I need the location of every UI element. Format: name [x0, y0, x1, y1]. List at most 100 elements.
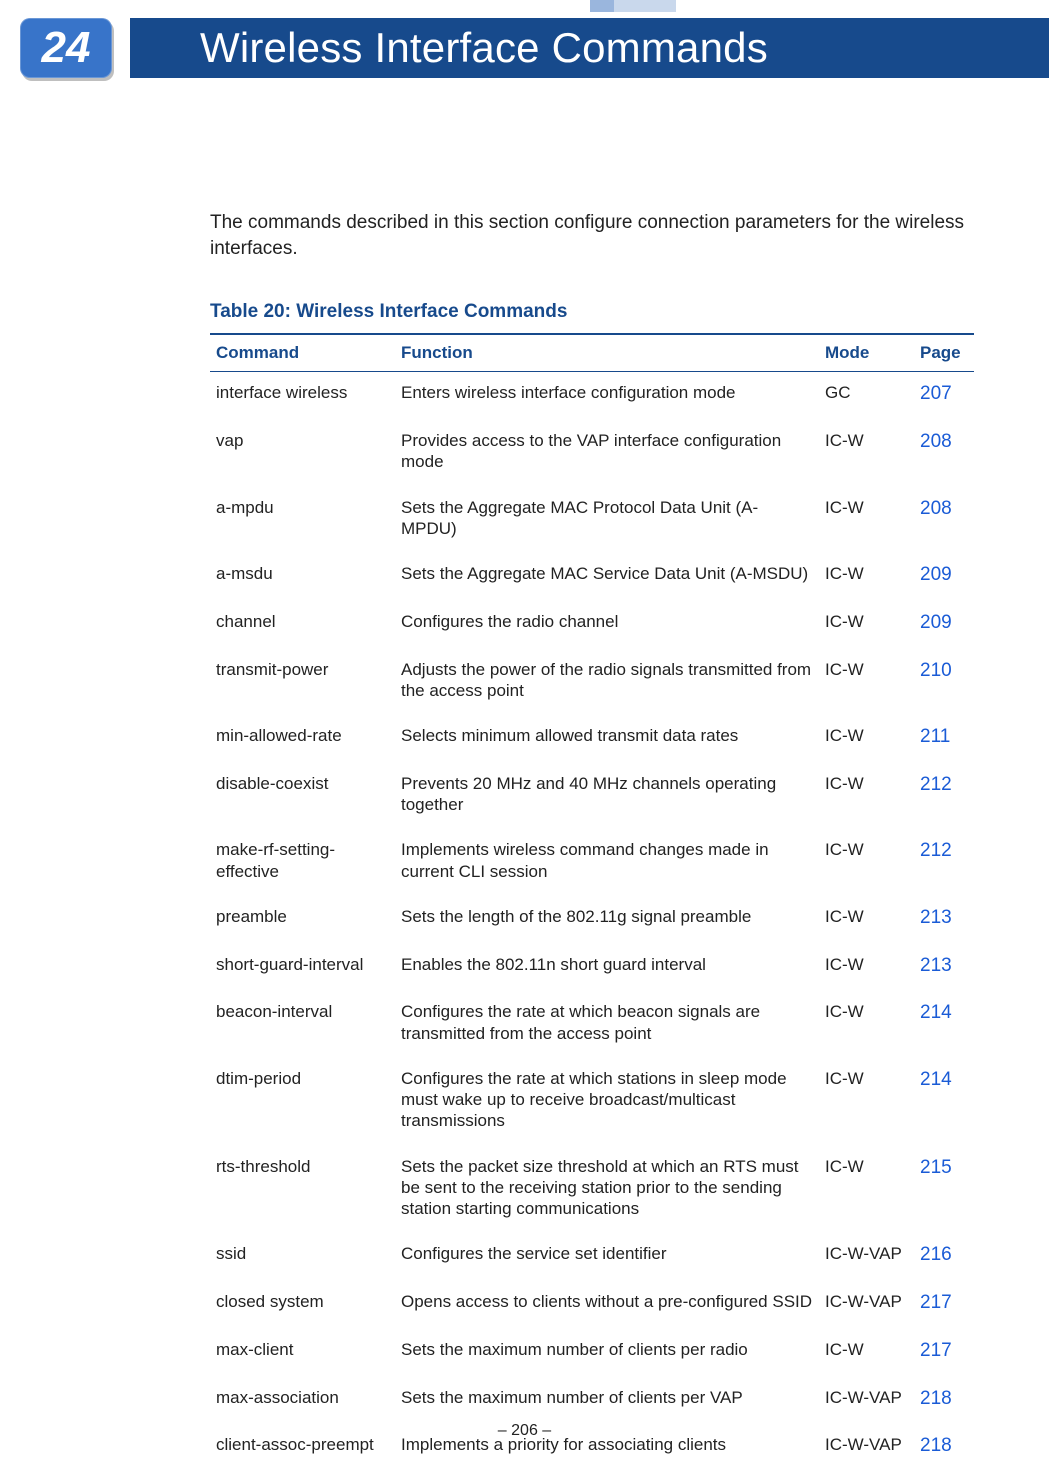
table-row: channelConfigures the radio channelIC-W2…: [210, 601, 974, 649]
cell-command: max-client: [210, 1329, 395, 1377]
cell-mode: IC-W: [819, 896, 914, 944]
cell-page-link[interactable]: 212: [914, 829, 974, 896]
cell-function: Implements wireless command changes made…: [395, 829, 819, 896]
cell-page-link[interactable]: 209: [914, 553, 974, 601]
cell-function: Sets the maximum number of clients per V…: [395, 1377, 819, 1425]
cell-page-link[interactable]: 218: [914, 1377, 974, 1425]
cell-command: closed system: [210, 1281, 395, 1329]
commands-table: Command Function Mode Page interface wir…: [210, 333, 974, 1472]
cell-mode: IC-W: [819, 991, 914, 1058]
cell-command: vap: [210, 420, 395, 487]
cell-command: ssid: [210, 1233, 395, 1281]
cell-mode: IC-W: [819, 1058, 914, 1146]
chapter-title-bar: Wireless Interface Commands: [130, 18, 1049, 78]
table-row: transmit-powerAdjusts the power of the r…: [210, 649, 974, 716]
cell-function: Enables the 802.11n short guard interval: [395, 944, 819, 992]
cell-page-link[interactable]: 211: [914, 715, 974, 763]
cell-function: Configures the radio channel: [395, 601, 819, 649]
cell-page-link[interactable]: 216: [914, 1233, 974, 1281]
cell-command: a-mpdu: [210, 487, 395, 554]
table-row: ssidConfigures the service set identifie…: [210, 1233, 974, 1281]
table-row: a-mpduSets the Aggregate MAC Protocol Da…: [210, 487, 974, 554]
cell-mode: IC-W-VAP: [819, 1377, 914, 1425]
cell-command: channel: [210, 601, 395, 649]
cell-mode: IC-W: [819, 715, 914, 763]
cell-command: make-rf-setting-effective: [210, 829, 395, 896]
cell-function: Configures the rate at which beacon sign…: [395, 991, 819, 1058]
col-header-command: Command: [210, 334, 395, 372]
top-bar-segment: [590, 0, 614, 12]
top-bar-segment: [0, 0, 590, 12]
table-row: vapProvides access to the VAP interface …: [210, 420, 974, 487]
cell-page-link[interactable]: 213: [914, 944, 974, 992]
cell-command: short-guard-interval: [210, 944, 395, 992]
cell-page-link[interactable]: 208: [914, 487, 974, 554]
cell-function: Sets the length of the 802.11g signal pr…: [395, 896, 819, 944]
cell-function: Sets the Aggregate MAC Service Data Unit…: [395, 553, 819, 601]
page-footer: – 206 –: [0, 1422, 1049, 1440]
cell-function: Selects minimum allowed transmit data ra…: [395, 715, 819, 763]
cell-function: Configures the rate at which stations in…: [395, 1058, 819, 1146]
table-row: disable-coexistPrevents 20 MHz and 40 MH…: [210, 763, 974, 830]
intro-paragraph: The commands described in this section c…: [210, 210, 974, 261]
cell-page-link[interactable]: 213: [914, 896, 974, 944]
cell-mode: IC-W: [819, 944, 914, 992]
cell-mode: IC-W: [819, 1329, 914, 1377]
top-bar-segment: [614, 0, 676, 12]
cell-command: rts-threshold: [210, 1146, 395, 1234]
cell-mode: GC: [819, 372, 914, 420]
top-bar-segment: [676, 0, 1049, 12]
cell-function: Prevents 20 MHz and 40 MHz channels oper…: [395, 763, 819, 830]
table-row: max-associationSets the maximum number o…: [210, 1377, 974, 1425]
cell-page-link[interactable]: 217: [914, 1281, 974, 1329]
cell-function: Sets the Aggregate MAC Protocol Data Uni…: [395, 487, 819, 554]
table-caption: Table 20: Wireless Interface Commands: [210, 301, 974, 323]
cell-mode: IC-W-VAP: [819, 1281, 914, 1329]
cell-function: Adjusts the power of the radio signals t…: [395, 649, 819, 716]
table-row: short-guard-intervalEnables the 802.11n …: [210, 944, 974, 992]
cell-mode: IC-W: [819, 649, 914, 716]
cell-command: beacon-interval: [210, 991, 395, 1058]
cell-page-link[interactable]: 215: [914, 1146, 974, 1234]
table-row: closed systemOpens access to clients wit…: [210, 1281, 974, 1329]
cell-mode: IC-W: [819, 487, 914, 554]
cell-page-link[interactable]: 212: [914, 763, 974, 830]
table-row: min-allowed-rateSelects minimum allowed …: [210, 715, 974, 763]
table-row: max-clientSets the maximum number of cli…: [210, 1329, 974, 1377]
cell-page-link[interactable]: 210: [914, 649, 974, 716]
cell-page-link[interactable]: 207: [914, 372, 974, 420]
page-title: Wireless Interface Commands: [200, 24, 768, 72]
cell-function: Provides access to the VAP interface con…: [395, 420, 819, 487]
col-header-function: Function: [395, 334, 819, 372]
table-header-row: Command Function Mode Page: [210, 334, 974, 372]
commands-table-body: interface wirelessEnters wireless interf…: [210, 372, 974, 1472]
cell-page-link[interactable]: 208: [914, 420, 974, 487]
cell-mode: IC-W: [819, 763, 914, 830]
col-header-mode: Mode: [819, 334, 914, 372]
col-header-page: Page: [914, 334, 974, 372]
top-accent-bar: [0, 0, 1049, 12]
cell-page-link[interactable]: 214: [914, 991, 974, 1058]
table-row: preambleSets the length of the 802.11g s…: [210, 896, 974, 944]
cell-function: Enters wireless interface configuration …: [395, 372, 819, 420]
cell-command: min-allowed-rate: [210, 715, 395, 763]
cell-mode: IC-W: [819, 601, 914, 649]
cell-mode: IC-W-VAP: [819, 1233, 914, 1281]
cell-command: preamble: [210, 896, 395, 944]
cell-page-link[interactable]: 217: [914, 1329, 974, 1377]
cell-page-link[interactable]: 209: [914, 601, 974, 649]
chapter-number-badge: 24: [20, 18, 112, 78]
table-row: beacon-intervalConfigures the rate at wh…: [210, 991, 974, 1058]
cell-function: Opens access to clients without a pre-co…: [395, 1281, 819, 1329]
cell-function: Sets the maximum number of clients per r…: [395, 1329, 819, 1377]
cell-mode: IC-W: [819, 553, 914, 601]
cell-command: dtim-period: [210, 1058, 395, 1146]
cell-command: a-msdu: [210, 553, 395, 601]
table-row: rts-thresholdSets the packet size thresh…: [210, 1146, 974, 1234]
cell-page-link[interactable]: 214: [914, 1058, 974, 1146]
cell-command: max-association: [210, 1377, 395, 1425]
cell-function: Configures the service set identifier: [395, 1233, 819, 1281]
cell-mode: IC-W: [819, 829, 914, 896]
cell-mode: IC-W: [819, 420, 914, 487]
cell-command: transmit-power: [210, 649, 395, 716]
